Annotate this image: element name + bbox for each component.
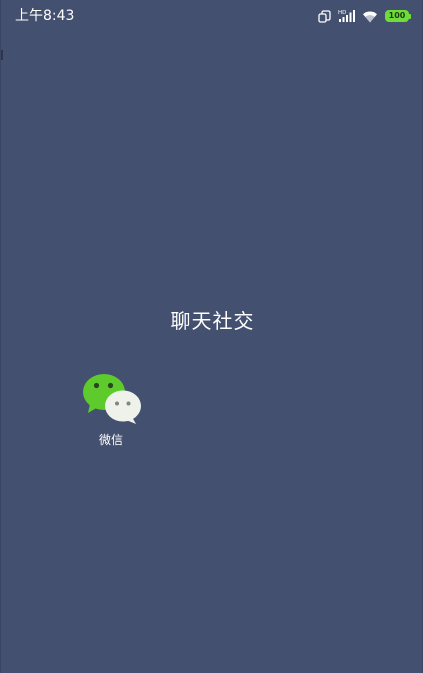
status-icons: HD 100 <box>318 9 412 23</box>
app-wechat[interactable]: 微信 <box>79 371 143 451</box>
status-time: 上午8:43 <box>15 8 75 24</box>
status-bar: 上午8:43 HD 100 <box>1 0 423 32</box>
folder-title[interactable]: 聊天社交 <box>1 309 423 333</box>
app-label-wechat: 微信 <box>98 433 123 447</box>
battery-level: 100 <box>388 11 406 20</box>
wechat-icon[interactable] <box>81 371 141 425</box>
edge-handle <box>1 50 3 60</box>
network-label: HD <box>338 10 346 16</box>
battery-icon: 100 <box>385 10 412 22</box>
dual-sim-icon <box>318 9 331 23</box>
signal-hd-icon: HD <box>338 9 355 23</box>
wifi-icon <box>362 10 378 23</box>
folder-screen: 上午8:43 HD 100 聊天社交 微信 <box>0 0 423 673</box>
